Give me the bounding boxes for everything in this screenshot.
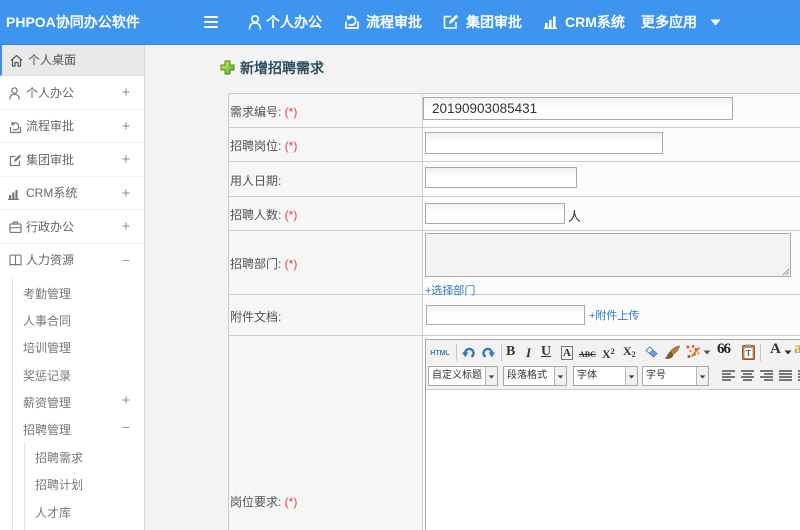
svg-text:T: T [746,349,751,358]
